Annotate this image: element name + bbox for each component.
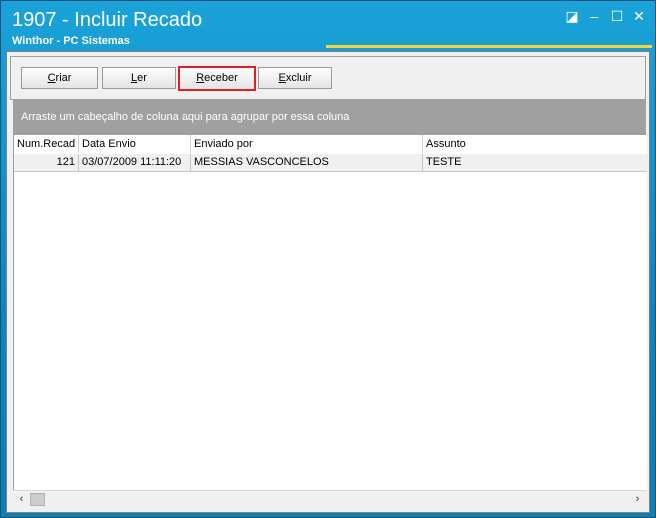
cell-data-envio: 03/07/2009 11:11:20 [79,154,191,171]
receber-button-mnemonic: R [196,72,205,84]
scroll-thumb[interactable] [30,493,45,506]
restore-icon[interactable]: ◪ [564,9,580,23]
group-by-panel[interactable]: Arraste um cabeçalho de coluna aqui para… [13,99,646,135]
column-header-data-envio[interactable]: Data Envio [79,135,191,153]
app-window: 1907 - Incluir Recado Winthor - PC Siste… [0,0,656,518]
toolbar: Criar Ler Receber Excluir [10,56,646,100]
cell-num-recad: 121 [14,154,79,171]
receber-button-label: eceber [204,72,238,84]
criar-button-mnemonic: C [47,72,56,84]
minimize-button[interactable]: – [586,9,602,23]
cell-assunto: TESTE [426,156,462,168]
cell-enviado-por: MESSIAS VASCONCELOS [191,154,423,171]
close-button[interactable]: ✕ [631,9,647,23]
criar-button[interactable]: Criar [21,67,98,89]
scroll-right-icon[interactable]: › [629,491,646,508]
column-header-enviado-por[interactable]: Enviado por [191,135,423,153]
table-row[interactable]: 121 03/07/2009 11:11:20 MESSIAS VASCONCE… [14,154,647,172]
excluir-button-label: xcluir [285,72,312,84]
messages-grid: Num.Recad Data Envio Enviado por Assunto… [13,135,647,490]
ler-button-label: er [137,72,147,84]
title-accent-line [326,45,652,48]
title-bar[interactable]: 1907 - Incluir Recado Winthor - PC Siste… [1,1,655,51]
column-header-num-recad[interactable]: Num.Recad [14,135,79,153]
window-title: 1907 - Incluir Recado [12,9,203,31]
column-header-assunto[interactable]: Assunto [423,135,647,153]
excluir-button-mnemonic: E [278,72,286,84]
criar-button-label: riar [55,72,72,84]
excluir-button[interactable]: Excluir [258,67,332,89]
horizontal-scrollbar[interactable]: ‹ › [13,490,646,508]
window-subtitle: Winthor - PC Sistemas [12,35,130,47]
maximize-button[interactable]: ☐ [609,9,625,23]
receber-button[interactable]: Receber [178,66,256,91]
scroll-left-icon[interactable]: ‹ [13,491,30,508]
ler-button[interactable]: Ler [102,67,176,89]
client-area: Criar Ler Receber Excluir Arraste um cab… [6,51,650,513]
